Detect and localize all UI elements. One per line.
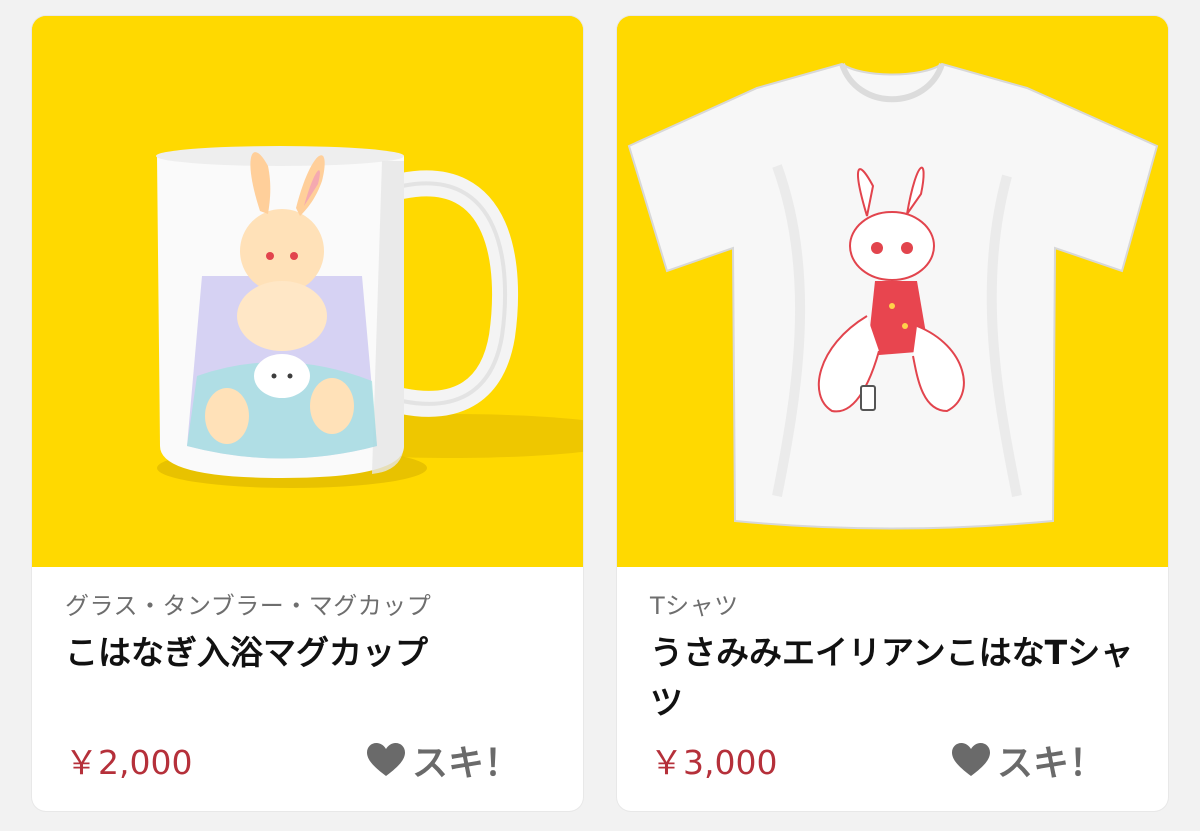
heart-icon xyxy=(366,743,405,776)
product-category: Tシャツ xyxy=(650,592,739,620)
product-price: ￥2,000 xyxy=(65,743,193,782)
like-label: スキ！ xyxy=(411,743,520,784)
product-category: グラス・タンブラー・マグカップ xyxy=(65,592,432,620)
heart-icon xyxy=(951,743,990,776)
mug-illustration xyxy=(32,16,583,567)
product-price: ￥3,000 xyxy=(650,743,778,782)
product-title[interactable]: こはなぎ入浴マグカップ xyxy=(65,628,560,678)
like-button[interactable]: スキ！ xyxy=(951,738,1105,784)
like-label: スキ！ xyxy=(996,743,1105,784)
product-image-mug[interactable] xyxy=(32,16,583,567)
tshirt-illustration xyxy=(617,16,1168,567)
product-grid: グラス・タンブラー・マグカップ こはなぎ入浴マグカップ ￥2,000 スキ！ T… xyxy=(0,0,1200,831)
product-card-mug[interactable]: グラス・タンブラー・マグカップ こはなぎ入浴マグカップ ￥2,000 スキ！ xyxy=(32,16,583,811)
product-image-tshirt[interactable] xyxy=(617,16,1168,567)
like-button[interactable]: スキ！ xyxy=(366,738,520,784)
product-card-tshirt[interactable]: Tシャツ うさみみエイリアンこはなTシャツ ￥3,000 スキ！ xyxy=(617,16,1168,811)
product-title[interactable]: うさみみエイリアンこはなTシャツ xyxy=(650,628,1145,728)
